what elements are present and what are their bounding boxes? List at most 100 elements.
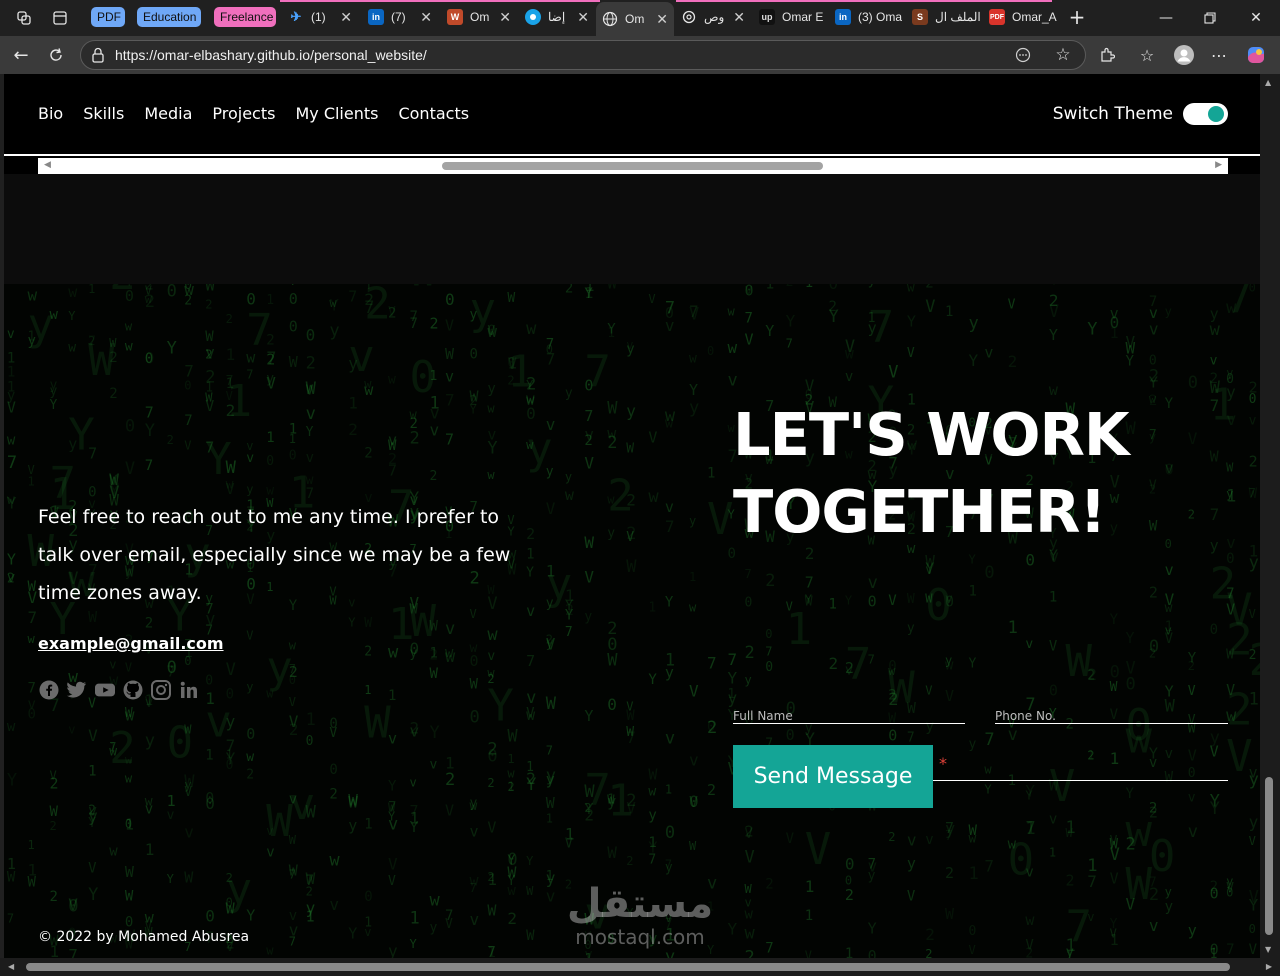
- close-tab-icon[interactable]: ✕: [493, 9, 517, 26]
- matrix-glyph: V: [226, 389, 233, 403]
- nav-link-skills[interactable]: Skills: [83, 104, 124, 123]
- youtube-icon[interactable]: [95, 680, 115, 700]
- lock-icon[interactable]: [91, 47, 105, 67]
- extensions-icon[interactable]: [1096, 44, 1118, 66]
- linkedin-icon[interactable]: [179, 680, 199, 700]
- tab-active-site[interactable]: Om ✕: [596, 2, 674, 36]
- tab-upwork[interactable]: up Omar E: [759, 4, 829, 30]
- matrix-glyph: 1: [1249, 689, 1259, 709]
- more-page-actions-icon[interactable]: [1013, 45, 1033, 65]
- scrollbar-thumb[interactable]: [442, 162, 823, 170]
- tab-linkedin-2[interactable]: in (3) Oma: [835, 4, 907, 30]
- matrix-glyph: v: [1149, 916, 1159, 935]
- tab-title: (3) Oma: [858, 10, 903, 24]
- vertical-scrollbar-thumb[interactable]: [1265, 777, 1273, 935]
- matrix-glyph: w: [266, 687, 274, 701]
- close-tab-icon[interactable]: ✕: [571, 9, 595, 26]
- matrix-glyph: y: [430, 920, 438, 935]
- matrix-glyph: 0: [1049, 682, 1058, 700]
- back-icon[interactable]: ←: [10, 44, 32, 66]
- matrix-glyph: 7: [167, 663, 176, 681]
- matrix-glyph: V: [805, 824, 832, 875]
- content-horizontal-scrollbar[interactable]: ◀ ▶: [38, 158, 1228, 174]
- tab-linkedin-1[interactable]: in (7) ✕: [368, 4, 438, 30]
- favorite-star-icon[interactable]: ☆: [1053, 45, 1073, 65]
- scroll-down-arrow-icon[interactable]: ▼: [1265, 945, 1271, 954]
- profile-avatar-icon[interactable]: [1173, 44, 1195, 66]
- tab-pdf[interactable]: PDF Omar_A: [989, 4, 1061, 30]
- github-icon[interactable]: [123, 680, 143, 700]
- tab-group-education[interactable]: Education: [137, 7, 201, 27]
- matrix-glyph: 0: [445, 290, 455, 309]
- matrix-glyph: y: [487, 381, 495, 397]
- close-tab-icon[interactable]: ✕: [727, 9, 751, 26]
- scroll-right-arrow-icon[interactable]: ▶: [1215, 160, 1222, 170]
- page-vertical-scrollbar[interactable]: ▲ ▼: [1260, 74, 1280, 958]
- matrix-glyph: w: [648, 785, 656, 800]
- nav-link-bio[interactable]: Bio: [38, 104, 63, 123]
- tab-actions-icon[interactable]: [50, 8, 70, 28]
- close-window-icon[interactable]: ✕: [1246, 8, 1266, 28]
- matrix-glyph: Y: [607, 321, 616, 337]
- matrix-glyph: v: [445, 619, 455, 639]
- copilot-icon[interactable]: [1245, 44, 1267, 66]
- instagram-icon[interactable]: [151, 680, 171, 700]
- matrix-glyph: V: [329, 726, 337, 741]
- refresh-icon[interactable]: [45, 44, 67, 66]
- new-tab-icon[interactable]: +: [1066, 5, 1088, 29]
- send-message-button[interactable]: Send Message: [733, 745, 933, 808]
- theme-toggle[interactable]: [1183, 103, 1228, 125]
- matrix-glyph: V: [945, 687, 954, 705]
- minimize-icon[interactable]: —: [1156, 8, 1176, 28]
- page-scroll-right-icon[interactable]: ▶: [1266, 962, 1272, 971]
- matrix-glyph: 7: [289, 662, 296, 676]
- tab-group-pdf[interactable]: PDF: [91, 7, 125, 27]
- matrix-glyph: Y: [1110, 612, 1119, 628]
- matrix-glyph: w: [125, 771, 133, 785]
- matrix-glyph: W: [907, 592, 915, 607]
- horizontal-scrollbar-thumb[interactable]: [26, 963, 1230, 971]
- theme-switch: Switch Theme: [1053, 103, 1228, 125]
- nav-link-contacts[interactable]: Contacts: [398, 104, 469, 123]
- matrix-glyph: V: [626, 700, 633, 714]
- url-field[interactable]: https://omar-elbashary.github.io/persona…: [80, 40, 1086, 70]
- matrix-glyph: 2: [745, 947, 755, 958]
- workspaces-icon[interactable]: [14, 8, 34, 28]
- contact-email-link[interactable]: example@gmail.com: [38, 634, 224, 653]
- matrix-glyph: 7: [289, 934, 296, 948]
- facebook-icon[interactable]: [39, 680, 59, 700]
- matrix-glyph: 2: [786, 284, 794, 290]
- close-tab-icon[interactable]: ✕: [414, 9, 438, 26]
- restore-icon[interactable]: [1200, 8, 1220, 28]
- tab-chatgpt[interactable]: وص ✕: [681, 4, 751, 30]
- page-horizontal-scrollbar[interactable]: ◀ ▶: [0, 958, 1280, 976]
- page-scroll-left-icon[interactable]: ◀: [8, 962, 14, 971]
- site-icon: W: [447, 9, 463, 25]
- tab-site-1[interactable]: W Om ✕: [447, 4, 517, 30]
- tab-freelance-1[interactable]: ✈ (1) ✕: [288, 4, 358, 30]
- matrix-glyph: w: [445, 645, 454, 661]
- nav-link-media[interactable]: Media: [144, 104, 192, 123]
- nav-link-my-clients[interactable]: My Clients: [295, 104, 378, 123]
- matrix-glyph: 0: [1210, 884, 1219, 902]
- matrix-glyph: y: [226, 712, 236, 731]
- scroll-left-arrow-icon[interactable]: ◀: [44, 160, 51, 170]
- tab-group-freelance[interactable]: Freelance: [214, 7, 276, 27]
- scroll-up-arrow-icon[interactable]: ▲: [1265, 78, 1271, 87]
- tab-mostaql[interactable]: S الملف ال: [912, 4, 984, 30]
- matrix-glyph: 2: [1008, 352, 1018, 371]
- matrix-glyph: V: [745, 826, 754, 842]
- full-name-input[interactable]: [733, 709, 965, 723]
- close-tab-icon[interactable]: ✕: [334, 9, 358, 26]
- favorites-icon[interactable]: ☆: [1136, 44, 1158, 66]
- matrix-glyph: v: [266, 844, 274, 860]
- phone-input[interactable]: [995, 709, 1228, 723]
- tab-arabic-1[interactable]: إضا ✕: [525, 4, 595, 30]
- twitter-icon[interactable]: [67, 680, 87, 700]
- matrix-glyph: Y: [1087, 320, 1097, 340]
- nav-link-projects[interactable]: Projects: [212, 104, 275, 123]
- close-tab-icon[interactable]: ✕: [650, 11, 674, 28]
- freelance-icon: ✈: [290, 9, 302, 24]
- matrix-glyph: V: [584, 567, 594, 586]
- settings-menu-icon[interactable]: ⋯: [1208, 44, 1230, 66]
